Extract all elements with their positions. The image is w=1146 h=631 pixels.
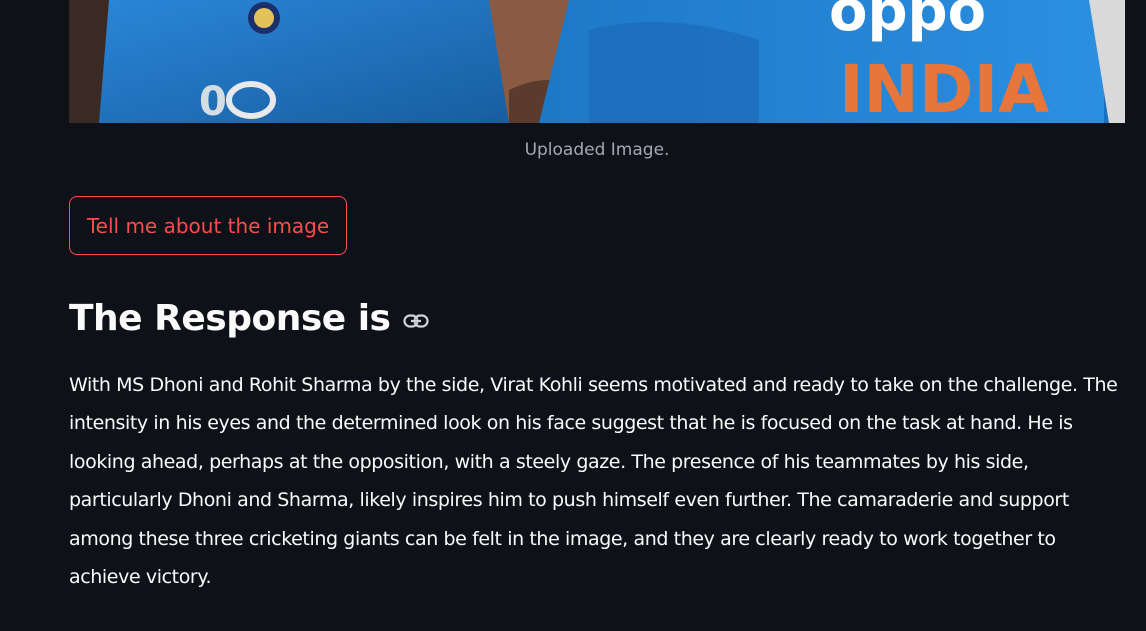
sponsor-logo-text: oppo (829, 0, 986, 44)
svg-text:0: 0 (199, 79, 227, 123)
response-text: With MS Dhoni and Rohit Sharma by the si… (69, 374, 1118, 589)
response-title: The Response is (69, 297, 391, 339)
uploaded-image-graphic: oppo INDIA 0 (69, 0, 1125, 123)
jersey-text: INDIA (839, 51, 1049, 123)
image-caption: Uploaded Image. (524, 140, 670, 160)
tell-me-about-image-button[interactable]: Tell me about the image (69, 196, 347, 255)
app-main: oppo INDIA 0 Uploaded Image. Tell me abo… (0, 0, 1146, 631)
link-icon[interactable] (402, 307, 430, 335)
uploaded-image: oppo INDIA 0 (69, 0, 1125, 123)
response-heading: The Response is (69, 292, 430, 344)
